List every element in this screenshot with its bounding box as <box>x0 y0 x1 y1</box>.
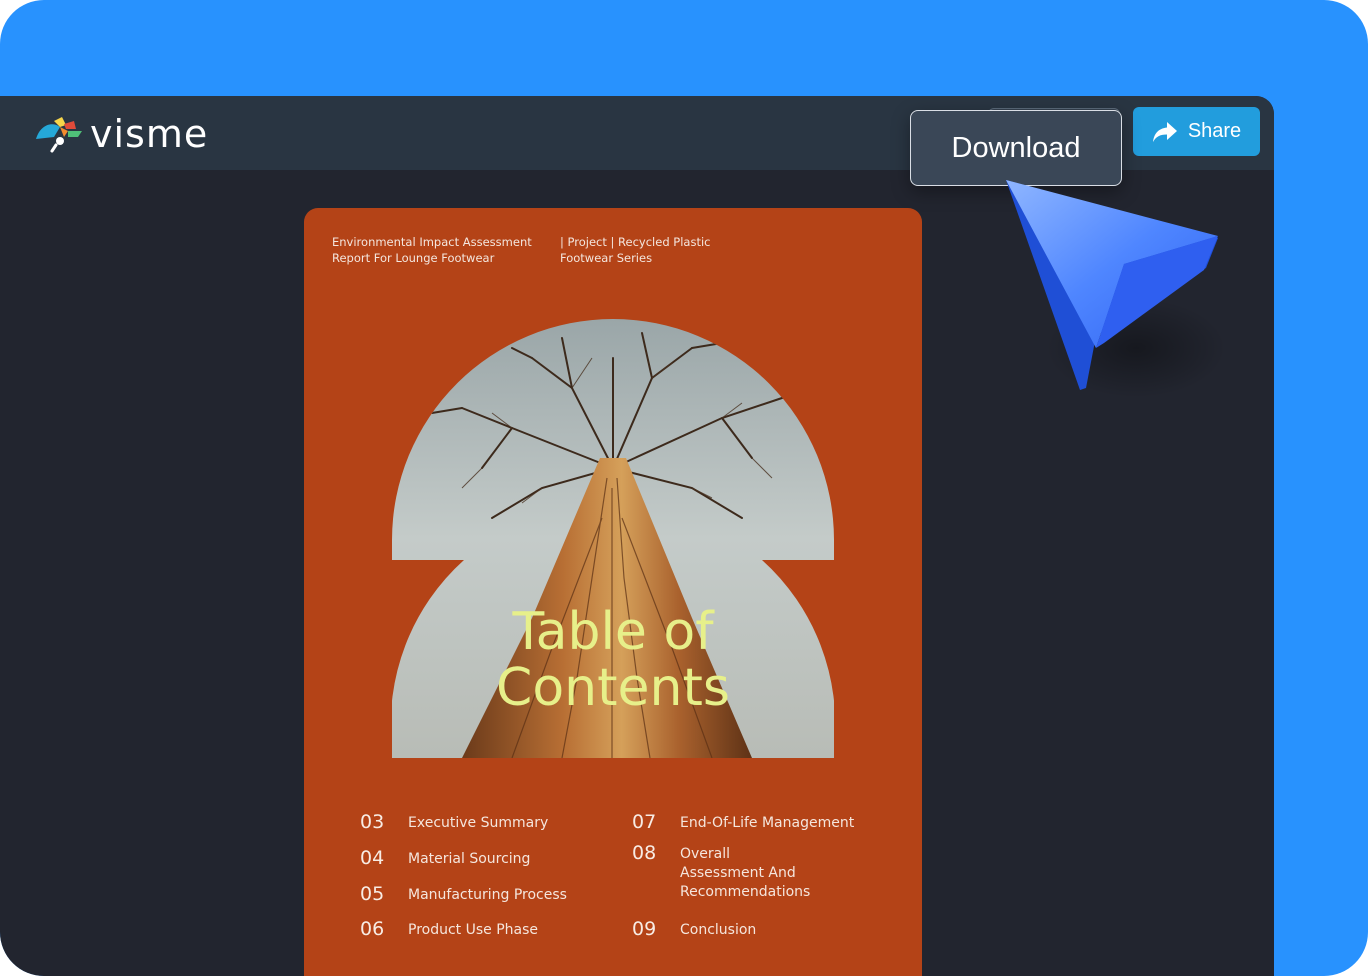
toc-item[interactable]: 09 Conclusion <box>632 919 756 940</box>
toc-item[interactable]: 06 Product Use Phase <box>360 919 538 940</box>
toc-label: Conclusion <box>680 922 757 938</box>
toc-label: Material Sourcing <box>408 851 531 867</box>
document-page[interactable]: Environmental Impact Assessment Report F… <box>304 208 922 976</box>
toc-title: Table of Contents <box>392 604 834 716</box>
visme-logo[interactable]: visme <box>34 114 208 154</box>
toc-number: 08 <box>632 842 657 864</box>
toc-item[interactable]: 08 Overall Assessment And Recommendation… <box>632 843 810 902</box>
toc-label: Manufacturing Process <box>408 887 567 903</box>
background-frame: visme Share Environmental Impact Assessm… <box>0 0 1368 976</box>
toc-item[interactable]: 04 Material Sourcing <box>360 848 530 869</box>
toc-number: 03 <box>360 811 385 833</box>
toc-label-line: Recommendations <box>680 884 811 900</box>
toc-number: 04 <box>360 847 385 869</box>
share-label: Share <box>1187 120 1242 142</box>
toc-label-line: Assessment And <box>680 865 796 881</box>
toc-title-line2: Contents <box>496 658 730 718</box>
toc-label: Executive Summary <box>408 815 549 831</box>
toc-number: 09 <box>632 918 657 940</box>
toc-title-line1: Table of <box>512 602 714 662</box>
doc-header-left: Environmental Impact Assessment Report F… <box>332 235 532 265</box>
toc-number: 05 <box>360 883 385 905</box>
toc-number: 07 <box>632 811 657 833</box>
share-arrow-icon <box>1152 121 1177 142</box>
toc-item[interactable]: 07 End-Of-Life Management <box>632 812 854 833</box>
toc-item[interactable]: 05 Manufacturing Process <box>360 884 567 905</box>
doc-header-right: | Project | Recycled Plastic Footwear Se… <box>560 235 711 265</box>
visme-logo-icon <box>36 117 82 153</box>
toc-number: 06 <box>360 918 385 940</box>
toc-label: Overall Assessment And Recommendations <box>680 845 810 902</box>
logo-text: visme <box>90 112 209 156</box>
cursor-pointer-icon <box>1006 180 1226 398</box>
toc-label: Product Use Phase <box>408 922 539 938</box>
toc-label: End-Of-Life Management <box>680 815 855 831</box>
toc-item[interactable]: 03 Executive Summary <box>360 812 548 833</box>
toc-label-line: Overall <box>680 846 731 862</box>
share-button[interactable]: Share <box>1133 107 1260 156</box>
